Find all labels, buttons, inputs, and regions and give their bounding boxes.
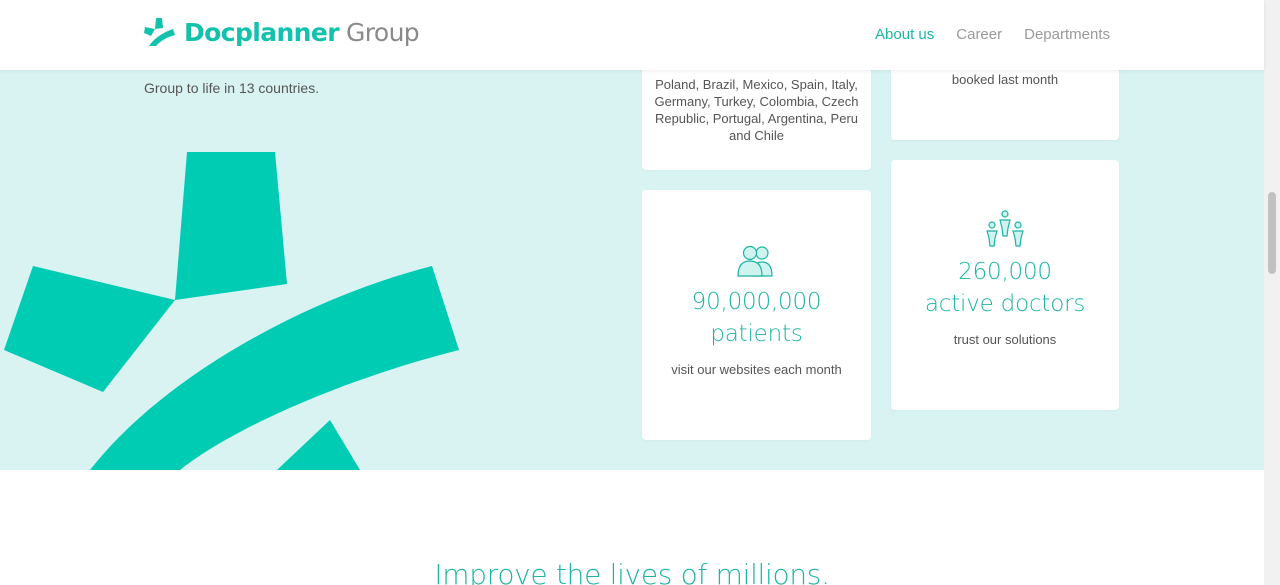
hero-section: Group to life in 13 countries. Poland, B… xyxy=(0,0,1264,470)
doctors-label: active doctors xyxy=(924,291,1086,317)
doctors-desc: trust our solutions xyxy=(953,332,1057,347)
brand-mark-graphic xyxy=(4,152,459,470)
patients-label: patients xyxy=(710,321,803,347)
doctors-number: 260,000 xyxy=(958,259,1052,285)
logo-secondary-text: Group xyxy=(345,17,420,47)
patients-icon xyxy=(736,245,773,277)
logo-icon xyxy=(144,18,175,46)
doctors-icon xyxy=(986,210,1024,247)
stat-card-patients: 90,000,000 patients visit our websites e… xyxy=(642,190,871,440)
section-title: Improve the lives of millions. xyxy=(434,558,830,585)
site-header: Docplanner Group About us Career Departm… xyxy=(0,0,1264,70)
bookings-desc: booked last month xyxy=(951,72,1059,87)
page-scrollbar[interactable] xyxy=(1264,0,1280,585)
countries-list: Poland, Brazil, Mexico, Spain, Italy, Ge… xyxy=(654,77,859,143)
intro-text: Group to life in 13 countries. xyxy=(144,80,320,96)
logo-link[interactable]: Docplanner Group xyxy=(144,15,420,49)
nav-departments[interactable]: Departments xyxy=(1024,26,1110,43)
patients-number: 90,000,000 xyxy=(691,289,822,315)
main-nav: About us Career Departments xyxy=(875,26,1110,43)
logo-primary-text: Docplanner xyxy=(184,17,340,47)
nav-about-us[interactable]: About us xyxy=(875,26,934,43)
patients-desc: visit our websites each month xyxy=(671,362,842,377)
scrollbar-thumb[interactable] xyxy=(1268,192,1276,274)
stat-card-doctors: 260,000 active doctors trust our solutio… xyxy=(891,160,1119,410)
nav-career[interactable]: Career xyxy=(956,26,1002,43)
